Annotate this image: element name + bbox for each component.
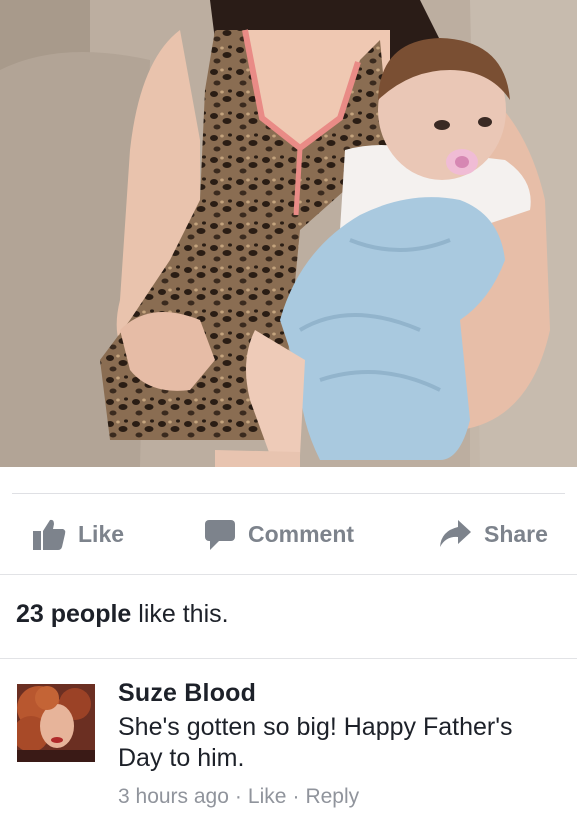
comment-text: She's gotten so big! Happy Father's Day … <box>118 713 513 772</box>
post-photo[interactable] <box>0 0 577 467</box>
comment-item: Suze Blood She's gotten so big! Happy Fa… <box>0 659 577 825</box>
photo-illustration <box>0 0 577 467</box>
comment-like-link[interactable]: Like <box>248 785 287 809</box>
comment-timestamp: 3 hours ago <box>118 785 229 808</box>
likes-suffix: like this. <box>131 600 229 628</box>
likes-summary[interactable]: 23 people like this. <box>16 600 229 629</box>
share-button-label: Share <box>484 520 548 547</box>
comment-reply-link[interactable]: Reply <box>305 785 359 809</box>
like-button[interactable]: Like <box>32 494 124 574</box>
comment-meta: 3 hours ago · Like · Reply <box>118 785 359 809</box>
comment-button-label: Comment <box>248 520 355 547</box>
meta-separator: · <box>292 785 300 808</box>
likes-count: 23 people <box>16 600 132 628</box>
speech-bubble-icon <box>204 517 236 551</box>
meta-separator: · <box>234 785 242 808</box>
comment-author[interactable]: Suze Blood <box>118 679 256 708</box>
actions-divider <box>0 574 577 575</box>
comment-button[interactable]: Comment <box>204 494 354 574</box>
thumbs-up-icon <box>32 517 66 551</box>
avatar[interactable] <box>17 684 95 762</box>
photo-bottom-spacer <box>0 467 577 493</box>
post-action-bar: Like Comment Share <box>0 494 577 574</box>
share-arrow-icon <box>438 519 472 549</box>
like-button-label: Like <box>78 520 125 547</box>
share-button[interactable]: Share <box>438 494 548 574</box>
